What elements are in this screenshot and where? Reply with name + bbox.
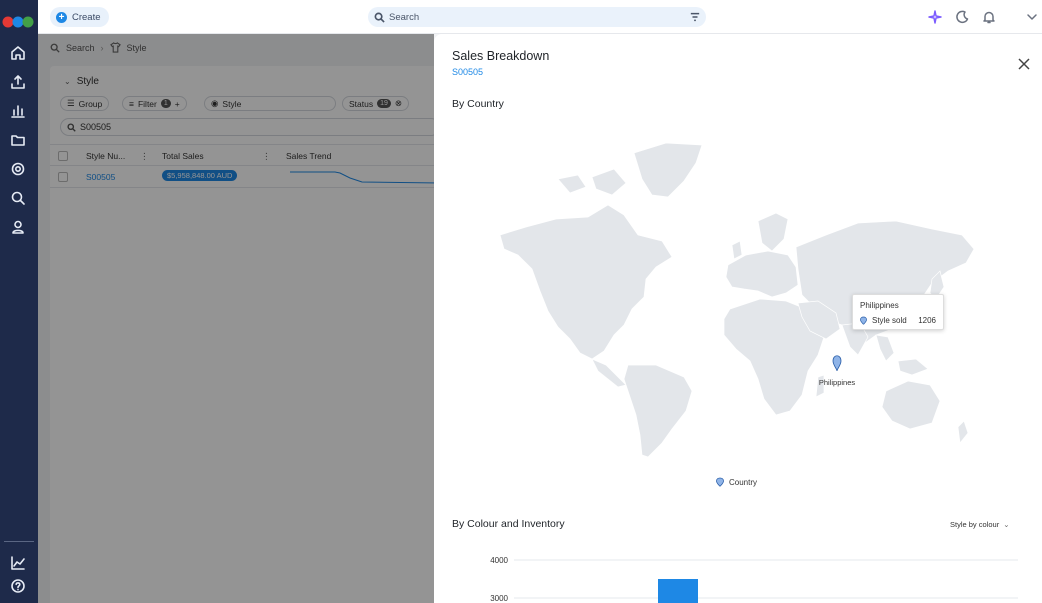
map-greenland [633,142,703,198]
bell-icon[interactable] [982,10,996,24]
sales-breakdown-drawer: Sales Breakdown S00505 By Country Philip… [434,34,1042,603]
map-arctic-islands [557,168,627,196]
map-marker-philippines[interactable] [832,355,842,372]
y-tick-label: 3000 [490,594,508,603]
create-label: Create [72,11,101,23]
map-pin-icon [860,316,867,325]
colour-inventory-chart: 4000 3000 [490,556,1018,603]
help-icon[interactable] [8,576,28,596]
close-icon[interactable] [1018,57,1030,70]
bar[interactable] [658,579,698,603]
map-new-zealand [957,420,969,444]
section-by-colour: By Colour and Inventory [452,518,565,530]
modal-backdrop[interactable] [38,34,434,603]
upload-icon[interactable] [8,72,28,92]
tooltip-title: Philippines [860,301,899,310]
user-icon[interactable] [8,217,28,237]
map-southeast-asia [875,334,929,376]
analytics-icon[interactable] [8,101,28,121]
y-tick-label: 4000 [490,556,508,565]
global-search-input[interactable]: Search [368,7,706,27]
chevron-down-icon: ⌄ [1003,520,1010,529]
folder-icon[interactable] [8,130,28,150]
sparkle-icon[interactable] [928,10,942,24]
chevron-down-icon[interactable] [1025,10,1039,24]
section-by-country: By Country [452,98,504,110]
filter-icon[interactable] [690,12,700,22]
left-rail [0,0,38,603]
style-by-colour-select[interactable]: Style by colour ⌄ [950,520,1010,529]
map-scandinavia [757,212,789,252]
map-north-america [499,204,673,360]
map-central-america [591,358,627,388]
drawer-title: Sales Breakdown [452,49,550,63]
map-pin-icon [716,477,724,487]
map-south-america [623,364,693,458]
search-placeholder: Search [389,11,420,23]
style-select-label: Style by colour [950,520,1000,529]
plus-icon: + [56,11,67,23]
rail-divider [4,541,34,542]
map-marker-label: Philippines [819,378,856,387]
home-icon[interactable] [8,43,28,63]
search-icon [374,12,385,23]
search-icon[interactable] [8,188,28,208]
top-bar: + Create Search [38,0,1042,34]
tooltip-metric: Style sold [872,316,907,325]
tooltip-value: 1206 [918,316,936,325]
app-logo [2,16,34,28]
map-australia [881,380,941,430]
map-legend[interactable]: Country [716,477,757,487]
reports-icon[interactable] [8,553,28,573]
legend-label: Country [729,477,758,487]
drawer-style-link[interactable]: S00505 [452,67,483,77]
map-tooltip: Philippines Style sold 1206 [852,294,944,330]
create-button[interactable]: + Create [50,7,109,27]
dark-mode-icon[interactable] [955,10,969,24]
map-uk [731,240,743,260]
settings-icon[interactable] [8,159,28,179]
